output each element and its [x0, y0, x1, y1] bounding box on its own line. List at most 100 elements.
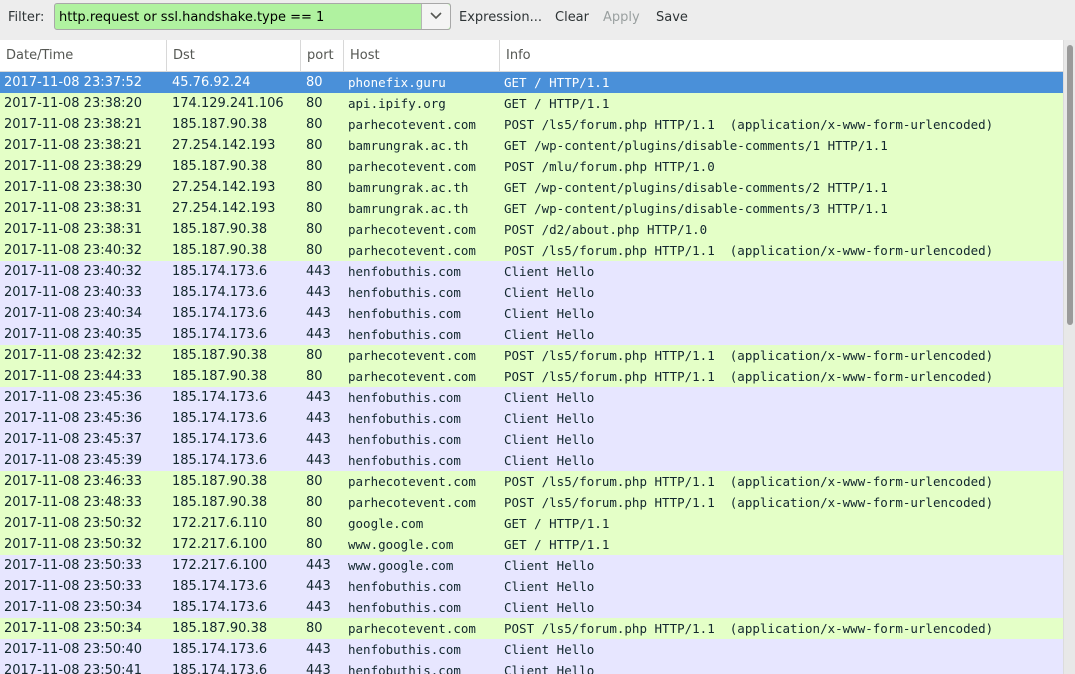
cell-host: henfobuthis.com	[348, 327, 461, 342]
cell-datetime: 2017-11-08 23:45:36	[4, 390, 143, 405]
cell-port: 443	[306, 264, 331, 279]
packet-list[interactable]: Date/Time Dst port Host Info 2017-11-08 …	[0, 40, 1063, 674]
cell-info: Client Hello	[504, 285, 595, 300]
table-row[interactable]: 2017-11-08 23:38:21 27.254.142.193 80 bamru…	[0, 135, 1063, 156]
cell-port: 80	[306, 180, 323, 195]
table-row[interactable]: 2017-11-08 23:38:21 185.187.90.38 80 parhec…	[0, 114, 1063, 135]
table-row[interactable]: 2017-11-08 23:50:34 185.187.90.38 80 parhec…	[0, 618, 1063, 639]
cell-dst: 185.174.173.6	[172, 411, 268, 426]
table-row[interactable]: 2017-11-08 23:50:33 185.174.173.6 443 henfo…	[0, 576, 1063, 597]
column-header-info[interactable]: Info	[500, 40, 1063, 71]
table-row[interactable]: 2017-11-08 23:50:41 185.174.173.6 443 henfo…	[0, 660, 1063, 674]
table-row[interactable]: 2017-11-08 23:40:33 185.174.173.6 443 henfo…	[0, 282, 1063, 303]
column-header-host[interactable]: Host	[344, 40, 500, 71]
cell-info: POST /mlu/forum.php HTTP/1.0	[504, 159, 715, 174]
table-row[interactable]: 2017-11-08 23:44:33 185.187.90.38 80 parhec…	[0, 366, 1063, 387]
scrollbar-thumb[interactable]	[1067, 45, 1073, 325]
cell-port: 443	[306, 453, 331, 468]
expression-button[interactable]: Expression...	[459, 10, 542, 25]
filter-toolbar: Filter: http.request or ssl.handshake.ty…	[0, 0, 1075, 38]
table-row[interactable]: 2017-11-08 23:38:31 185.187.90.38 80 parhec…	[0, 219, 1063, 240]
column-header-port[interactable]: port	[301, 40, 344, 71]
table-row[interactable]: 2017-11-08 23:50:32 172.217.6.100 80 www.go…	[0, 534, 1063, 555]
cell-dst: 185.187.90.38	[172, 222, 268, 237]
cell-host: henfobuthis.com	[348, 285, 461, 300]
cell-port: 80	[306, 117, 323, 132]
table-row[interactable]: 2017-11-08 23:38:30 27.254.142.193 80 bamru…	[0, 177, 1063, 198]
cell-datetime: 2017-11-08 23:38:21	[4, 117, 143, 132]
cell-dst: 185.174.173.6	[172, 642, 268, 657]
table-row[interactable]: 2017-11-08 23:45:36 185.174.173.6 443 henfo…	[0, 408, 1063, 429]
cell-host: bamrungrak.ac.th	[348, 201, 469, 216]
table-row[interactable]: 2017-11-08 23:40:35 185.174.173.6 443 henfo…	[0, 324, 1063, 345]
cell-datetime: 2017-11-08 23:40:35	[4, 327, 143, 342]
cell-port: 80	[306, 222, 323, 237]
table-row[interactable]: 2017-11-08 23:48:33 185.187.90.38 80 parhec…	[0, 492, 1063, 513]
cell-info: GET / HTTP/1.1	[504, 516, 610, 531]
cell-info: POST /d2/about.php HTTP/1.0	[504, 222, 708, 237]
cell-dst: 185.187.90.38	[172, 369, 268, 384]
packet-list-header: Date/Time Dst port Host Info	[0, 40, 1063, 72]
table-row[interactable]: 2017-11-08 23:45:39 185.174.173.6 443 henfo…	[0, 450, 1063, 471]
cell-port: 80	[306, 621, 323, 636]
cell-info: Client Hello	[504, 600, 595, 615]
table-row[interactable]: 2017-11-08 23:50:33 172.217.6.100 443 www.g…	[0, 555, 1063, 576]
cell-dst: 185.187.90.38	[172, 621, 268, 636]
cell-datetime: 2017-11-08 23:37:52	[4, 75, 143, 90]
cell-host: phonefix.guru	[348, 75, 446, 90]
table-row[interactable]: 2017-11-08 23:38:20 174.129.241.106 80 api.…	[0, 93, 1063, 114]
cell-datetime: 2017-11-08 23:50:40	[4, 642, 143, 657]
filter-history-dropdown[interactable]	[421, 4, 450, 29]
cell-port: 443	[306, 432, 331, 447]
table-row[interactable]: 2017-11-08 23:40:34 185.174.173.6 443 henfo…	[0, 303, 1063, 324]
cell-info: Client Hello	[504, 390, 595, 405]
column-header-datetime[interactable]: Date/Time	[0, 40, 167, 71]
cell-host: www.google.com	[348, 537, 454, 552]
cell-datetime: 2017-11-08 23:38:31	[4, 201, 143, 216]
cell-datetime: 2017-11-08 23:50:33	[4, 558, 143, 573]
table-row[interactable]: 2017-11-08 23:40:32 185.174.173.6 443 henfo…	[0, 261, 1063, 282]
save-button[interactable]: Save	[656, 10, 688, 25]
table-row[interactable]: 2017-11-08 23:45:37 185.174.173.6 443 henfo…	[0, 429, 1063, 450]
cell-host: henfobuthis.com	[348, 663, 461, 674]
cell-datetime: 2017-11-08 23:50:41	[4, 663, 143, 674]
clear-button[interactable]: Clear	[555, 10, 589, 25]
cell-info: Client Hello	[504, 642, 595, 657]
filter-label: Filter:	[8, 10, 45, 25]
apply-button[interactable]: Apply	[603, 10, 640, 25]
cell-port: 80	[306, 369, 323, 384]
cell-dst: 185.187.90.38	[172, 495, 268, 510]
cell-datetime: 2017-11-08 23:38:30	[4, 180, 143, 195]
cell-info: Client Hello	[504, 558, 595, 573]
cell-dst: 172.217.6.100	[172, 537, 268, 552]
table-row[interactable]: 2017-11-08 23:38:29 185.187.90.38 80 parhec…	[0, 156, 1063, 177]
cell-datetime: 2017-11-08 23:45:37	[4, 432, 143, 447]
cell-host: henfobuthis.com	[348, 306, 461, 321]
table-row[interactable]: 2017-11-08 23:37:52 45.76.92.24 80 phonefix…	[0, 72, 1063, 93]
cell-host: henfobuthis.com	[348, 453, 461, 468]
cell-datetime: 2017-11-08 23:48:33	[4, 495, 143, 510]
cell-port: 443	[306, 579, 331, 594]
table-row[interactable]: 2017-11-08 23:38:31 27.254.142.193 80 bamru…	[0, 198, 1063, 219]
vertical-scrollbar[interactable]	[1063, 40, 1075, 674]
table-row[interactable]: 2017-11-08 23:50:34 185.174.173.6 443 henfo…	[0, 597, 1063, 618]
cell-info: Client Hello	[504, 579, 595, 594]
display-filter-input[interactable]: http.request or ssl.handshake.type == 1	[54, 3, 451, 30]
table-row[interactable]: 2017-11-08 23:46:33 185.187.90.38 80 parhec…	[0, 471, 1063, 492]
cell-port: 443	[306, 285, 331, 300]
cell-dst: 185.174.173.6	[172, 327, 268, 342]
table-row[interactable]: 2017-11-08 23:40:32 185.187.90.38 80 parhec…	[0, 240, 1063, 261]
table-row[interactable]: 2017-11-08 23:45:36 185.174.173.6 443 henfo…	[0, 387, 1063, 408]
table-row[interactable]: 2017-11-08 23:50:40 185.174.173.6 443 henfo…	[0, 639, 1063, 660]
cell-datetime: 2017-11-08 23:40:32	[4, 264, 143, 279]
cell-port: 80	[306, 75, 323, 90]
cell-port: 443	[306, 306, 331, 321]
column-header-dst[interactable]: Dst	[167, 40, 301, 71]
cell-info: POST /ls5/forum.php HTTP/1.1 (applicatio…	[504, 621, 994, 636]
cell-port: 80	[306, 537, 323, 552]
table-row[interactable]: 2017-11-08 23:42:32 185.187.90.38 80 parhec…	[0, 345, 1063, 366]
cell-host: henfobuthis.com	[348, 432, 461, 447]
filter-text[interactable]: http.request or ssl.handshake.type == 1	[59, 10, 324, 25]
table-row[interactable]: 2017-11-08 23:50:32 172.217.6.110 80 google…	[0, 513, 1063, 534]
cell-dst: 27.254.142.193	[172, 180, 276, 195]
